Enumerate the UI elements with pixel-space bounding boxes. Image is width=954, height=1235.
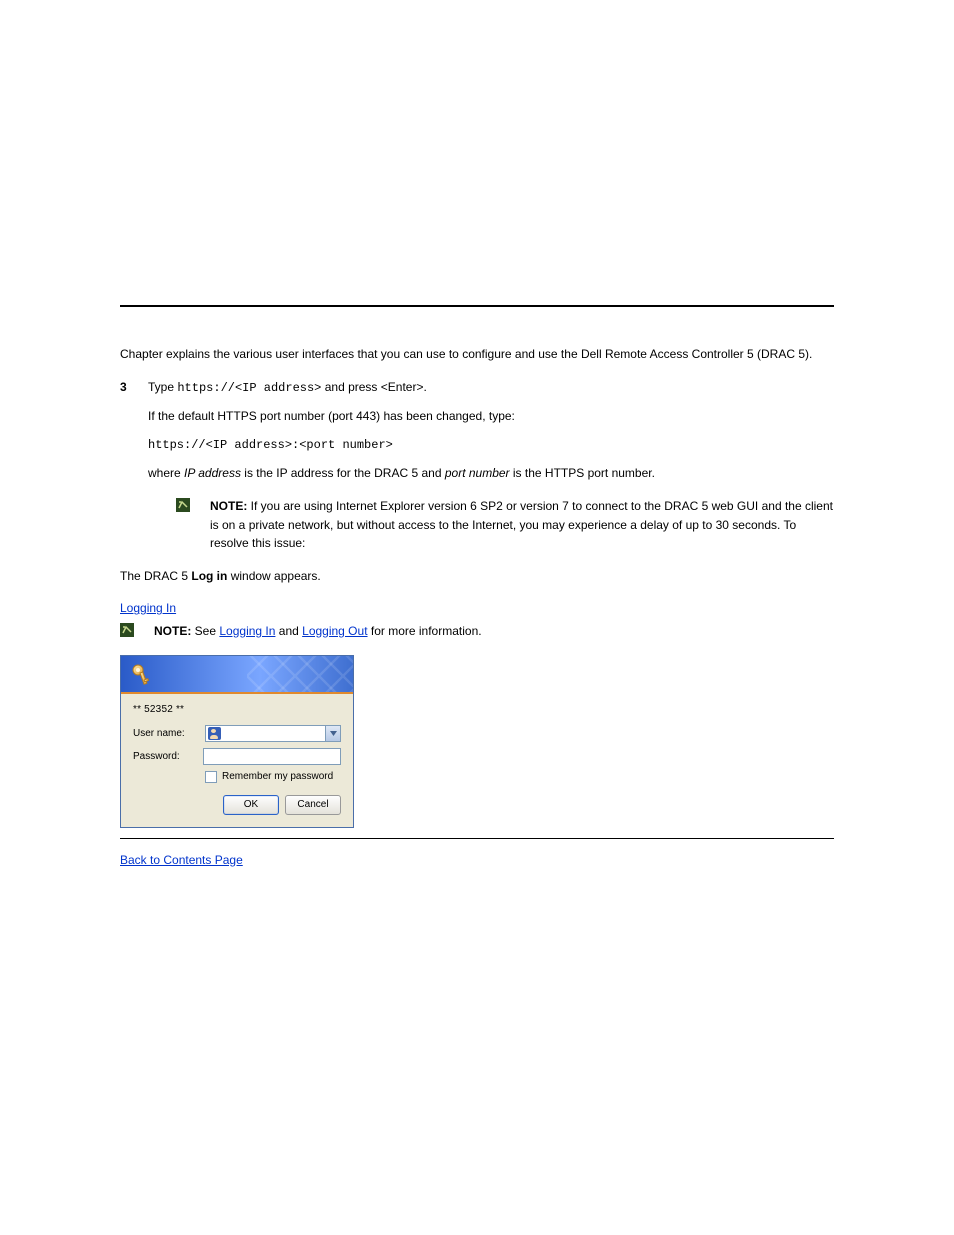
dialog-buttons: OK Cancel <box>133 795 341 815</box>
command-text: https:// <box>177 381 235 395</box>
var: IP address <box>184 466 241 480</box>
note-label: NOTE: <box>154 624 191 638</box>
remember-checkbox[interactable] <box>205 771 217 783</box>
text: where <box>148 466 184 480</box>
password-input[interactable] <box>203 748 341 765</box>
note-icon <box>120 623 134 637</box>
username-label: User name: <box>133 728 205 739</box>
chevron-down-icon[interactable] <box>325 726 340 741</box>
link-logging-in-top[interactable]: Logging In <box>120 601 176 615</box>
back-to-contents-link[interactable]: Back to Contents Page <box>120 853 243 867</box>
text: is the IP address for the DRAC 5 and <box>241 466 445 480</box>
username-row: User name: <box>133 725 341 742</box>
text: https:// <box>148 438 206 452</box>
text: See <box>191 624 219 638</box>
step-3: 3 Type https://<<IP address>IP address> … <box>120 378 834 553</box>
cancel-label: Cancel <box>297 799 328 810</box>
step-3-line-1: Type https://<<IP address>IP address> an… <box>148 378 834 398</box>
see-link-line: Logging In <box>120 599 834 618</box>
dialog-header <box>121 656 353 694</box>
username-combo[interactable] <box>205 725 341 742</box>
ip-var: <IP address> <box>206 438 292 452</box>
text: for more information. <box>368 624 482 638</box>
text: and press <Enter>. <box>321 380 426 394</box>
cancel-button[interactable]: Cancel <box>285 795 341 815</box>
dialog-site-text: ** 52352 ** <box>133 704 341 715</box>
ok-label: OK <box>244 799 258 810</box>
note-icon <box>176 498 190 512</box>
text: The DRAC 5 <box>120 569 191 583</box>
document-page: Chapter explains the various user interf… <box>0 0 954 1235</box>
note-label: NOTE: <box>210 499 247 513</box>
remember-row: Remember my password <box>133 771 341 783</box>
ip-placeholder: <<IP address>IP address> <box>235 381 321 395</box>
auth-dialog: ** 52352 ** User name: Password: <box>120 655 354 828</box>
note-2: NOTE: See Logging In and Logging Out for… <box>120 622 834 641</box>
remember-label: Remember my password <box>222 771 333 782</box>
password-label: Password: <box>133 751 203 762</box>
step-number: 3 <box>120 378 127 397</box>
dialog-body: ** 52352 ** User name: Password: <box>121 694 353 827</box>
var: port number <box>445 466 510 480</box>
password-row: Password: <box>133 748 341 765</box>
link-logging-in[interactable]: Logging In <box>219 624 275 638</box>
bold-text: Log in <box>191 569 227 583</box>
link-logging-out[interactable]: Logging Out <box>302 624 367 638</box>
text: and <box>275 624 302 638</box>
step-3-cmd2: https://<IP address>:<port number> <box>148 436 834 455</box>
login-window-paragraph: The DRAC 5 Log in window appears. <box>120 567 834 586</box>
ok-button[interactable]: OK <box>223 795 279 815</box>
thin-divider <box>120 838 834 839</box>
note-text: If you are using Internet Explorer versi… <box>210 499 833 550</box>
user-icon <box>208 727 221 740</box>
text: Type <box>148 380 177 394</box>
intro-paragraph: Chapter explains the various user interf… <box>120 345 834 364</box>
note-block: NOTE: If you are using Internet Explorer… <box>148 497 834 553</box>
step-3-line-2: If the default HTTPS port number (port 4… <box>148 407 834 426</box>
keys-icon <box>129 662 155 688</box>
port-var: <port number> <box>299 438 393 452</box>
step-3-where: where IP address is the IP address for t… <box>148 464 834 483</box>
footer-link-row: Back to Contents Page <box>120 851 834 870</box>
section-divider <box>120 305 834 307</box>
text: window appears. <box>227 569 320 583</box>
text: is the HTTPS port number. <box>510 466 655 480</box>
